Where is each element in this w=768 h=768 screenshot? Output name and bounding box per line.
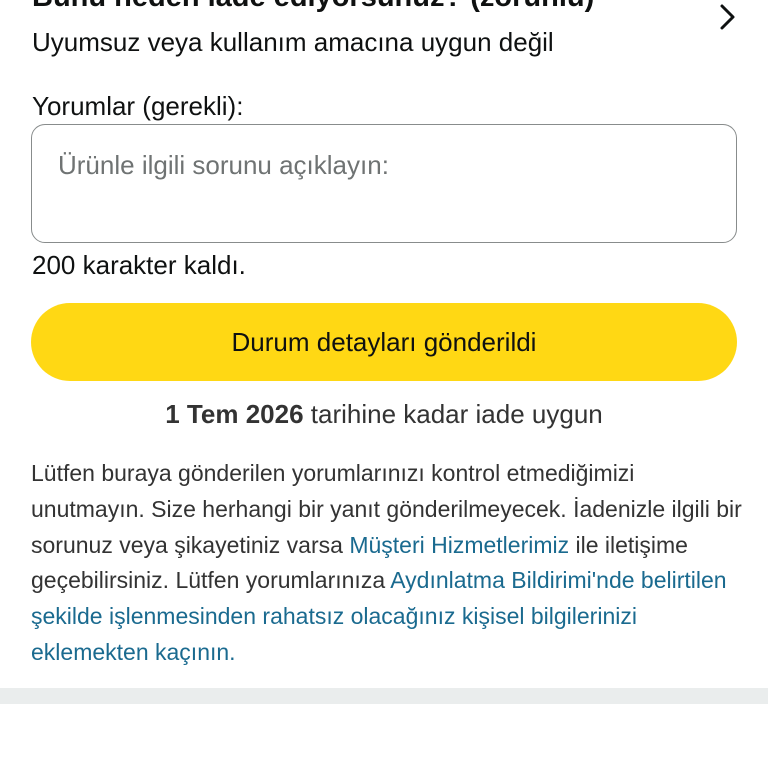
return-eligibility-text: 1 Tem 2026 tarihine kadar iade uygun: [0, 398, 768, 430]
comments-field[interactable]: [31, 124, 737, 243]
comments-notice: Lütfen buraya gönderilen yorumlarınızı k…: [31, 456, 743, 671]
return-eligibility-suffix: tarihine kadar iade uygun: [303, 399, 603, 429]
submit-button-label: Durum detayları gönderildi: [231, 326, 537, 357]
characters-remaining: 200 karakter kaldı.: [32, 250, 246, 280]
customer-service-link[interactable]: Müşteri Hizmetlerimiz: [349, 532, 569, 558]
comments-label: Yorumlar (gerekli):: [32, 91, 244, 121]
section-divider: [0, 688, 768, 704]
chevron-right-icon[interactable]: [712, 2, 742, 32]
submit-status-details-button[interactable]: Durum detayları gönderildi: [31, 303, 737, 381]
return-details-page: Bunu neden iade ediyorsunuz? (zorunlu) U…: [0, 0, 768, 768]
return-eligibility-date: 1 Tem 2026: [165, 399, 304, 429]
return-reason-selector[interactable]: Bunu neden iade ediyorsunuz? (zorunlu) U…: [0, 0, 768, 70]
comments-textarea[interactable]: [58, 149, 708, 229]
return-reason-heading: Bunu neden iade ediyorsunuz? (zorunlu): [32, 0, 594, 14]
return-reason-value[interactable]: Uyumsuz veya kullanım amacına uygun deği…: [32, 26, 554, 58]
